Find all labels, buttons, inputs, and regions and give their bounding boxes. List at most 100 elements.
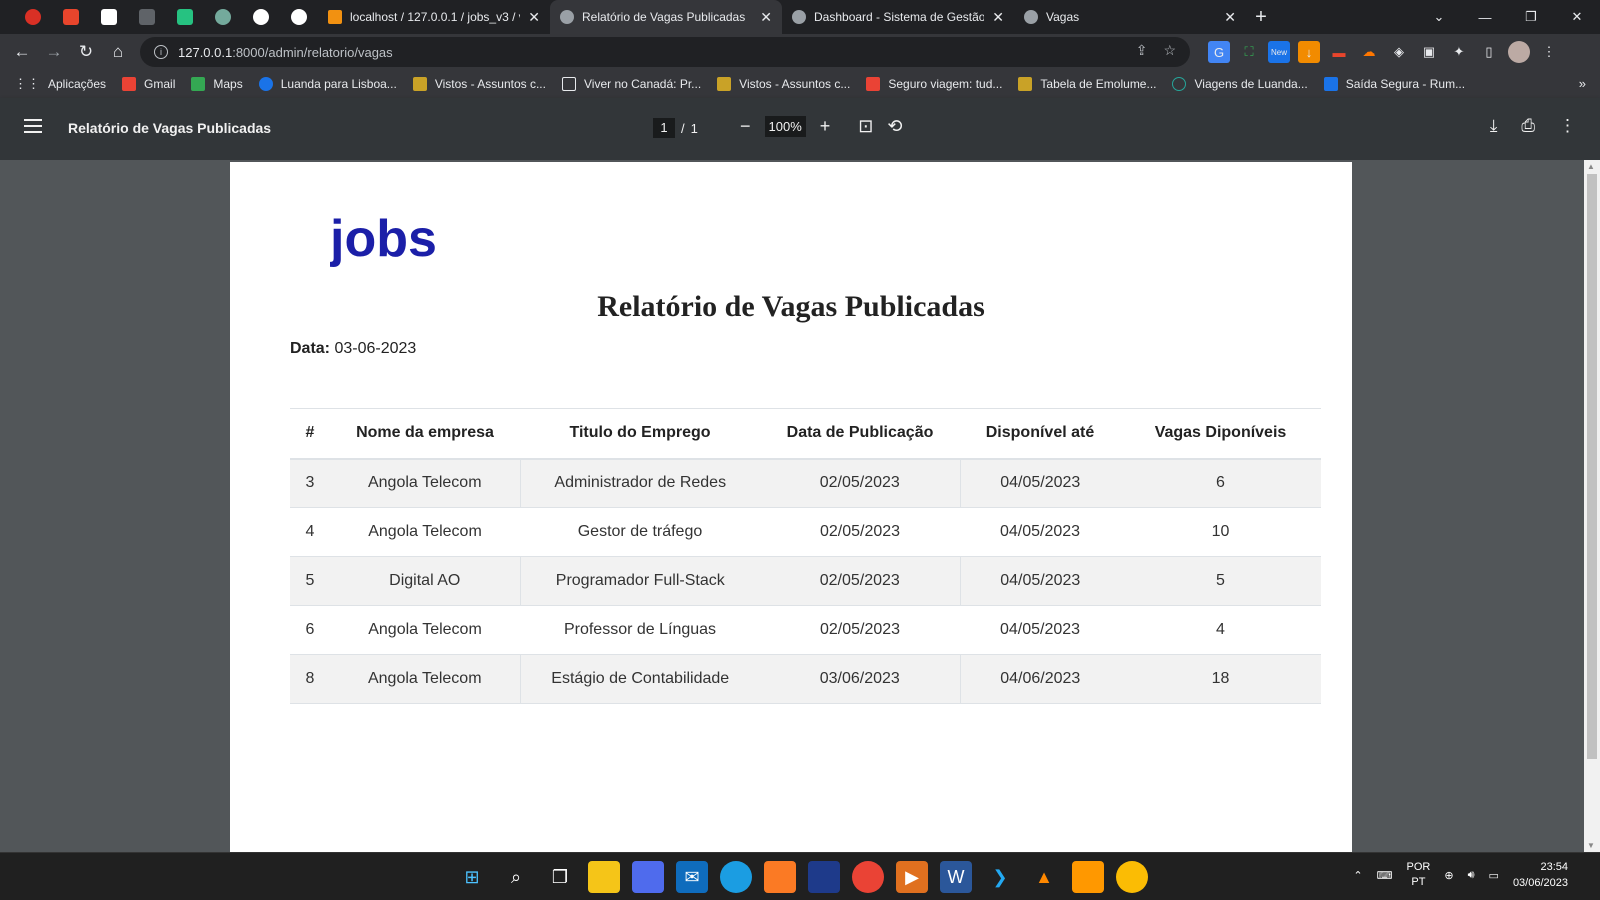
bookmark-luanda-lisboa[interactable]: Luanda para Lisboa... <box>258 77 397 91</box>
bookmark-vistos-2[interactable]: Vistos - Assuntos c... <box>717 77 850 91</box>
screenshot-icon[interactable]: ⛶ <box>1238 41 1260 63</box>
download-icon[interactable]: ⤓ <box>1490 116 1498 136</box>
sublime-icon[interactable] <box>1072 861 1104 893</box>
close-tab-icon[interactable]: ✕ <box>992 9 1004 26</box>
zoom-level-input[interactable]: 100% <box>764 116 806 137</box>
task-view-icon[interactable]: ❐ <box>544 861 576 893</box>
vlc-icon[interactable]: ▲ <box>1028 861 1060 893</box>
puzzle-icon[interactable]: ✦ <box>1448 41 1470 63</box>
star-icon[interactable]: ☆ <box>1163 42 1176 59</box>
extension-2-icon[interactable]: ▣ <box>1418 41 1440 63</box>
scroll-up-icon[interactable]: ▲ <box>1587 162 1595 171</box>
scrollbar[interactable]: ▲ ▼ <box>1584 160 1600 852</box>
download-extension-icon[interactable]: ↓ <box>1298 41 1320 63</box>
store-icon[interactable] <box>632 861 664 893</box>
new-extension-icon[interactable]: New <box>1268 41 1290 63</box>
tool-icon[interactable]: ▬ <box>1328 41 1350 63</box>
translate-icon[interactable]: G <box>1208 41 1230 63</box>
pinned-tab-5[interactable] <box>166 0 204 34</box>
restore-icon[interactable]: ❐ <box>1508 9 1554 25</box>
jobs-logo-image: jobs <box>329 210 437 268</box>
bookmark-maps[interactable]: Maps <box>191 77 243 91</box>
tab-search-icon[interactable]: ⌄ <box>1416 9 1462 25</box>
pinned-tab-4[interactable] <box>128 0 166 34</box>
bookmark-saida-segura[interactable]: Saída Segura - Rum... <box>1323 77 1465 91</box>
tab-relatorio[interactable]: Relatório de Vagas Publicadas ✕ <box>550 0 782 34</box>
home-icon[interactable]: ⌂ <box>102 36 134 68</box>
avatar[interactable] <box>1508 41 1530 63</box>
clock-time: 23:54 <box>1540 861 1568 873</box>
send-icon <box>866 77 881 91</box>
reload-icon[interactable]: ↻ <box>70 36 102 68</box>
pinned-tab-8[interactable] <box>280 0 318 34</box>
word-icon[interactable]: W <box>940 861 972 893</box>
zoom-out-icon[interactable]: − <box>740 116 751 137</box>
vscode-icon[interactable]: ❯ <box>984 861 1016 893</box>
cell-publish-date: 02/05/2023 <box>760 556 960 606</box>
media-player-icon[interactable]: ▶ <box>896 861 928 893</box>
battery-icon[interactable]: ▭ <box>1489 869 1499 882</box>
pinned-tab-2[interactable] <box>52 0 90 34</box>
close-tab-icon[interactable]: ✕ <box>760 9 772 26</box>
emblem-icon <box>717 77 732 91</box>
menu-icon[interactable]: ⋮ <box>1538 41 1560 63</box>
bookmark-apps[interactable]: ⋮⋮ Aplicações <box>14 76 106 92</box>
back-icon[interactable]: ← <box>6 36 38 68</box>
sidepanel-icon[interactable]: ▯ <box>1478 41 1500 63</box>
mail-icon[interactable]: ✉ <box>676 861 708 893</box>
start-icon[interactable]: ⊞ <box>456 861 488 893</box>
bookmark-seguro[interactable]: Seguro viagem: tud... <box>866 77 1002 91</box>
bookmark-emolumentos[interactable]: Tabela de Emolume... <box>1018 77 1156 91</box>
pinned-tab-7[interactable] <box>242 0 280 34</box>
rotate-icon[interactable]: ⟲ <box>887 116 902 137</box>
search-icon[interactable]: ⌕ <box>500 861 532 893</box>
cell-publish-date: 02/05/2023 <box>760 507 960 557</box>
more-bookmarks-icon[interactable]: » <box>1579 76 1586 91</box>
chrome-profile-icon[interactable] <box>1116 861 1148 893</box>
address-bar[interactable]: i 127.0.0.1:8000/admin/relatorio/vagas ⇪… <box>140 37 1190 67</box>
keyboard-icon[interactable]: ⌨ <box>1377 869 1393 882</box>
pinned-tab-3[interactable] <box>90 0 128 34</box>
chrome-icon[interactable] <box>852 861 884 893</box>
file-explorer-icon[interactable] <box>588 861 620 893</box>
bookmark-vistos-1[interactable]: Vistos - Assuntos c... <box>412 77 546 91</box>
new-tab-button[interactable]: + <box>1246 6 1276 29</box>
forward-icon[interactable]: → <box>38 36 70 68</box>
print-icon[interactable]: ⎙ <box>1521 116 1535 136</box>
emblem-icon <box>412 77 427 91</box>
soundcloud-icon[interactable]: ☁ <box>1358 41 1380 63</box>
bookmark-canada[interactable]: Viver no Canadá: Pr... <box>561 77 701 91</box>
tab-phpmyadmin[interactable]: localhost / 127.0.0.1 / jobs_v3 / v ✕ <box>318 0 550 34</box>
more-options-icon[interactable]: ⋮ <box>1559 116 1576 136</box>
pinned-tab-1[interactable] <box>14 0 52 34</box>
tab-label: Vagas <box>1046 10 1080 24</box>
pinned-tab-6[interactable] <box>204 0 242 34</box>
clock[interactable]: 23:54 03/06/2023 <box>1513 859 1568 891</box>
fit-page-icon[interactable]: ⊡ <box>858 116 873 137</box>
edge-icon[interactable] <box>720 861 752 893</box>
chevron-up-icon[interactable]: ⌃ <box>1353 869 1362 882</box>
language-indicator[interactable]: POR PT <box>1407 860 1431 890</box>
minimize-icon[interactable]: — <box>1462 10 1508 25</box>
scrollbar-thumb[interactable] <box>1587 174 1597 759</box>
close-tab-icon[interactable]: ✕ <box>528 9 540 26</box>
zoom-in-icon[interactable]: + <box>820 116 831 137</box>
close-tab-icon[interactable]: ✕ <box>1224 9 1236 26</box>
bookmark-viagens[interactable]: Viagens de Luanda... <box>1172 77 1308 91</box>
network-icon[interactable]: ⊕ <box>1444 869 1453 882</box>
xampp-icon[interactable] <box>764 861 796 893</box>
phpmyadmin-icon <box>328 10 342 24</box>
app-icon[interactable] <box>808 861 840 893</box>
tab-dashboard[interactable]: Dashboard - Sistema de Gestão c ✕ <box>782 0 1014 34</box>
bookmark-gmail[interactable]: Gmail <box>122 77 175 91</box>
tab-vagas[interactable]: Vagas ✕ <box>1014 0 1246 34</box>
info-icon[interactable]: i <box>154 45 168 59</box>
extension-1-icon[interactable]: ◈ <box>1388 41 1410 63</box>
scroll-down-icon[interactable]: ▼ <box>1587 841 1595 850</box>
share-icon[interactable]: ⇪ <box>1136 42 1148 59</box>
hamburger-icon[interactable] <box>24 119 42 133</box>
volume-icon[interactable]: 🔊︎ <box>1468 869 1475 882</box>
cell-job-title: Gestor de tráfego <box>520 507 760 557</box>
page-number-input[interactable]: 1 <box>653 118 675 138</box>
close-window-icon[interactable]: ✕ <box>1554 9 1600 25</box>
